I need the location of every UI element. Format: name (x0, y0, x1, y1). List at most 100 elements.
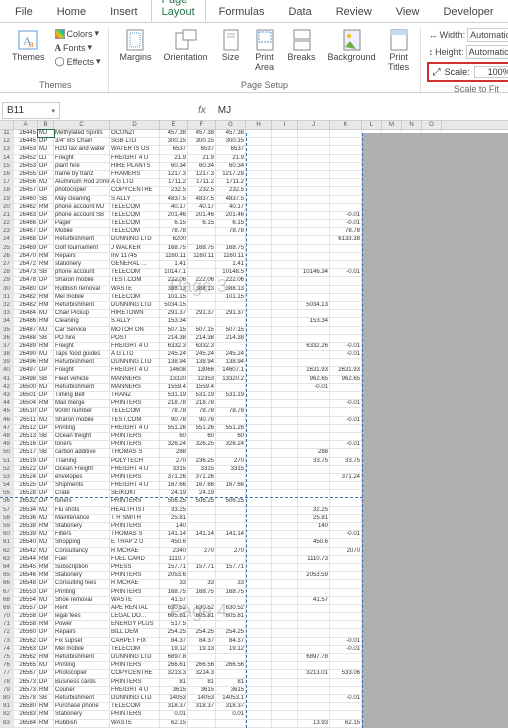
row-header[interactable]: 47 (0, 425, 14, 432)
scale-input[interactable]: 100% (474, 66, 508, 78)
cell[interactable]: FREIGHT 4 U (110, 482, 160, 489)
cell[interactable]: 26536 (14, 515, 38, 522)
cell[interactable]: 388.13 (160, 286, 188, 293)
cell[interactable]: Refurbishment (54, 654, 110, 661)
cell[interactable]: 26517 (14, 449, 38, 456)
cell[interactable]: PRINTERS (110, 572, 160, 579)
cell[interactable]: May cleaning (54, 196, 110, 203)
cell[interactable]: 551.26 (216, 425, 246, 432)
cell[interactable]: phone account MJ (54, 204, 110, 211)
cell[interactable] (298, 187, 330, 194)
cell[interactable]: 26567 (14, 670, 38, 677)
cell[interactable]: DP (38, 245, 54, 252)
cell[interactable] (298, 335, 330, 342)
cell[interactable] (298, 621, 330, 628)
cell[interactable]: Ocean Freight (54, 466, 110, 473)
cell[interactable]: 605.81 (188, 613, 216, 620)
cell[interactable] (272, 613, 298, 620)
cell[interactable] (246, 580, 272, 587)
row-header[interactable]: 83 (0, 720, 14, 727)
cell[interactable] (298, 236, 330, 243)
cell[interactable]: DP (38, 670, 54, 677)
cell[interactable] (272, 433, 298, 440)
cell[interactable]: -0.01 (330, 638, 362, 645)
cell[interactable]: 0.01 (216, 711, 246, 718)
cell[interactable] (246, 572, 272, 579)
cell[interactable]: SGB LTD (110, 138, 160, 145)
row-header[interactable]: 72 (0, 629, 14, 636)
cell[interactable]: 26525 (14, 482, 38, 489)
cell[interactable]: 26583 (14, 711, 38, 718)
col-header-N[interactable]: N (402, 121, 422, 129)
cell[interactable]: 60.34 (160, 163, 188, 170)
row-header[interactable]: 42 (0, 384, 14, 391)
cell[interactable]: 1711.2 (160, 179, 188, 186)
cell[interactable]: TELECOM (110, 228, 160, 235)
cell[interactable]: DJ (38, 155, 54, 162)
cell[interactable] (246, 155, 272, 162)
cell[interactable] (188, 269, 216, 276)
cell[interactable] (246, 384, 272, 391)
cell[interactable] (246, 204, 272, 211)
cell[interactable]: Courier (54, 687, 110, 694)
cell[interactable]: RM (38, 318, 54, 325)
cell[interactable] (272, 539, 298, 546)
cell[interactable]: 201.46 (160, 212, 188, 219)
row-header[interactable]: 68 (0, 597, 14, 604)
cell[interactable]: 26482 (14, 294, 38, 301)
cell[interactable] (246, 458, 272, 465)
cell[interactable]: DUNNING LTD (110, 695, 160, 702)
cell[interactable] (216, 539, 246, 546)
cell[interactable]: 40.17 (160, 204, 188, 211)
cell[interactable]: 14607.1 (216, 367, 246, 374)
cell[interactable]: PRINTERS (110, 474, 160, 481)
cell[interactable] (246, 335, 272, 342)
cell[interactable]: Shopping (54, 539, 110, 546)
cell[interactable]: RM (38, 711, 54, 718)
cell[interactable]: 26445 (14, 138, 38, 145)
cell[interactable] (272, 580, 298, 587)
cell[interactable]: 371.26 (160, 474, 188, 481)
cell[interactable]: WASTE (110, 597, 160, 604)
cell[interactable]: 214.38 (216, 335, 246, 342)
cell[interactable] (298, 130, 330, 137)
row-header[interactable]: 43 (0, 392, 14, 399)
cell[interactable]: 266.56 (216, 662, 246, 669)
cell[interactable] (272, 138, 298, 145)
cell[interactable]: 507.15 (160, 327, 188, 334)
cell[interactable] (298, 425, 330, 432)
tab-data[interactable]: Data (277, 2, 322, 22)
cell[interactable]: 26578 (14, 695, 38, 702)
cell[interactable]: -0.01 (330, 343, 362, 350)
cell[interactable]: Stationery (54, 572, 110, 579)
cell[interactable]: A G LTD (110, 179, 160, 186)
cell[interactable]: -0.01 (330, 695, 362, 702)
cell[interactable]: 26452 (14, 155, 38, 162)
col-header-F[interactable]: F (188, 121, 216, 129)
cell[interactable]: 2631.93 (330, 367, 362, 374)
row-header[interactable]: 40 (0, 367, 14, 374)
cell[interactable] (272, 343, 298, 350)
cell[interactable] (272, 482, 298, 489)
cell[interactable] (246, 720, 272, 727)
cell[interactable]: phone account SB (54, 212, 110, 219)
cell[interactable] (330, 449, 362, 456)
cell[interactable] (298, 703, 330, 710)
row-header[interactable]: 69 (0, 605, 14, 612)
cell[interactable]: 26558 (14, 621, 38, 628)
cell[interactable] (330, 335, 362, 342)
cell[interactable]: HIRE PLANTS (110, 163, 160, 170)
cell[interactable] (298, 400, 330, 407)
cell[interactable]: 25.81 (298, 515, 330, 522)
row-header[interactable]: 35 (0, 327, 14, 334)
cell[interactable] (298, 253, 330, 260)
cell[interactable] (246, 564, 272, 571)
cell[interactable]: 450.6 (160, 539, 188, 546)
cell[interactable]: -0.01 (330, 220, 362, 227)
cell[interactable] (298, 564, 330, 571)
cell[interactable] (246, 662, 272, 669)
cell[interactable] (330, 196, 362, 203)
cell[interactable]: 101.15 (160, 294, 188, 301)
cell[interactable] (188, 294, 216, 301)
cell[interactable]: 232.5 (216, 187, 246, 194)
